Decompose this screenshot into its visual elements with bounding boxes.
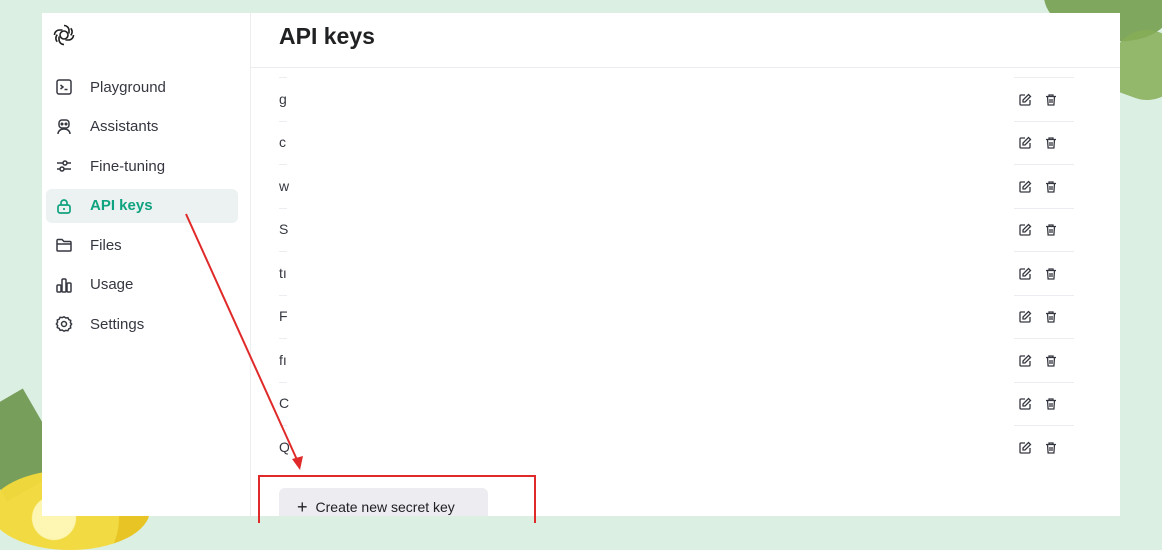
trash-icon[interactable]: [1044, 267, 1058, 281]
edit-icon[interactable]: [1018, 180, 1032, 194]
table-row: F: [279, 294, 1079, 340]
api-keys-table: g c w S tı F fı C Q: [279, 77, 1079, 469]
trash-icon[interactable]: [1044, 136, 1058, 150]
row-actions: [1014, 294, 1074, 340]
trash-icon[interactable]: [1044, 397, 1058, 411]
key-name: S: [279, 221, 289, 238]
lock-icon: [54, 196, 74, 216]
row-actions: [1014, 338, 1074, 383]
terminal-icon: [54, 77, 74, 97]
trash-icon[interactable]: [1044, 223, 1058, 237]
sidebar-item-label: Settings: [90, 315, 145, 333]
sidebar: Playground Assistants Fine-tuning API ke…: [42, 13, 251, 516]
row-actions: [1014, 77, 1074, 122]
key-name: g: [279, 90, 287, 107]
sliders-icon: [54, 156, 74, 176]
trash-icon[interactable]: [1044, 180, 1058, 194]
trash-icon[interactable]: [1044, 354, 1058, 368]
edit-icon[interactable]: [1018, 267, 1032, 281]
key-name: w: [279, 177, 289, 194]
table-row: S: [279, 207, 1079, 253]
table-row: w: [279, 164, 1079, 208]
key-name: c: [279, 134, 286, 151]
folder-icon: [54, 235, 74, 255]
annotation-highlight-box: [258, 475, 536, 523]
bar-chart-icon: [54, 275, 74, 295]
sidebar-item-assistants[interactable]: Assistants: [46, 110, 238, 144]
gear-icon: [54, 314, 74, 334]
divider: [251, 67, 1120, 68]
key-name: F: [279, 308, 288, 325]
page-title: API keys: [279, 23, 375, 49]
row-actions: [1014, 425, 1074, 470]
edit-icon[interactable]: [1018, 310, 1032, 324]
sidebar-item-label: Playground: [90, 78, 166, 96]
sidebar-item-usage[interactable]: Usage: [46, 268, 238, 302]
key-name: fı: [279, 351, 287, 368]
trash-icon[interactable]: [1044, 93, 1058, 107]
table-row: tı: [279, 251, 1079, 295]
table-row: Q: [279, 425, 1079, 469]
main-content: API keys g c w S tı F fı C Q + Create ne…: [251, 13, 1120, 516]
edit-icon[interactable]: [1018, 136, 1032, 150]
row-actions: [1014, 120, 1074, 166]
sidebar-item-label: Fine-tuning: [90, 157, 166, 175]
edit-icon[interactable]: [1018, 441, 1032, 455]
table-row: c: [279, 120, 1079, 166]
sidebar-nav: Playground Assistants Fine-tuning API ke…: [46, 70, 238, 347]
edit-icon[interactable]: [1018, 397, 1032, 411]
key-name: tı: [279, 264, 287, 281]
sidebar-item-playground[interactable]: Playground: [46, 70, 238, 104]
row-actions: [1014, 381, 1074, 427]
sidebar-item-files[interactable]: Files: [46, 228, 238, 262]
sidebar-item-fine-tuning[interactable]: Fine-tuning: [46, 149, 238, 183]
edit-icon[interactable]: [1018, 93, 1032, 107]
row-actions: [1014, 207, 1074, 253]
row-actions: [1014, 164, 1074, 209]
sidebar-item-label: Usage: [90, 276, 134, 293]
row-actions: [1014, 251, 1074, 296]
trash-icon[interactable]: [1044, 441, 1058, 455]
key-name: Q: [279, 438, 289, 455]
key-name: C: [279, 395, 289, 412]
edit-icon[interactable]: [1018, 223, 1032, 237]
sidebar-item-label: API keys: [90, 197, 153, 214]
sidebar-item-label: Files: [90, 236, 122, 254]
trash-icon[interactable]: [1044, 310, 1058, 324]
sidebar-item-label: Assistants: [90, 118, 159, 135]
robot-icon: [54, 117, 74, 137]
sidebar-item-api-keys[interactable]: API keys: [46, 188, 238, 223]
table-row: C: [279, 381, 1079, 427]
openai-logo-icon[interactable]: [52, 23, 76, 47]
table-row: fı: [279, 338, 1079, 382]
sidebar-item-settings[interactable]: Settings: [46, 307, 238, 341]
edit-icon[interactable]: [1018, 354, 1032, 368]
app-window: Playground Assistants Fine-tuning API ke…: [42, 13, 1120, 516]
table-row: g: [279, 77, 1079, 121]
